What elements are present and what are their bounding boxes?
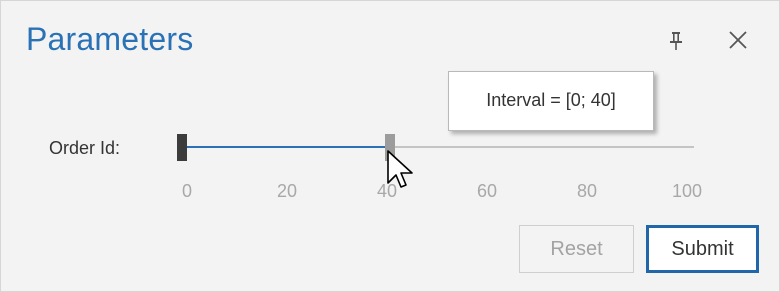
order-id-label: Order Id: xyxy=(49,138,121,158)
panel-title: Parameters xyxy=(26,21,194,57)
close-icon[interactable] xyxy=(727,29,749,51)
interval-tooltip: Interval = [0; 40] xyxy=(448,71,654,131)
range-selection xyxy=(182,146,387,148)
range-tick-label: 100 xyxy=(671,181,703,201)
range-tick-label: 40 xyxy=(376,181,398,201)
range-end-thumb[interactable] xyxy=(385,134,395,161)
range-tick-label: 20 xyxy=(276,181,298,201)
parameters-panel: Parameters Order Id: 0 20 40 60 80 100 Interv… xyxy=(0,0,780,292)
range-tick-label: 80 xyxy=(576,181,598,201)
range-tick-label: 0 xyxy=(181,181,193,201)
range-tick-label: 60 xyxy=(476,181,498,201)
interval-tooltip-text: Interval = [0; 40] xyxy=(486,90,616,110)
reset-button[interactable]: Reset xyxy=(519,225,634,273)
submit-button[interactable]: Submit xyxy=(646,225,759,273)
range-start-thumb[interactable] xyxy=(177,134,187,161)
pin-icon[interactable] xyxy=(667,31,685,51)
